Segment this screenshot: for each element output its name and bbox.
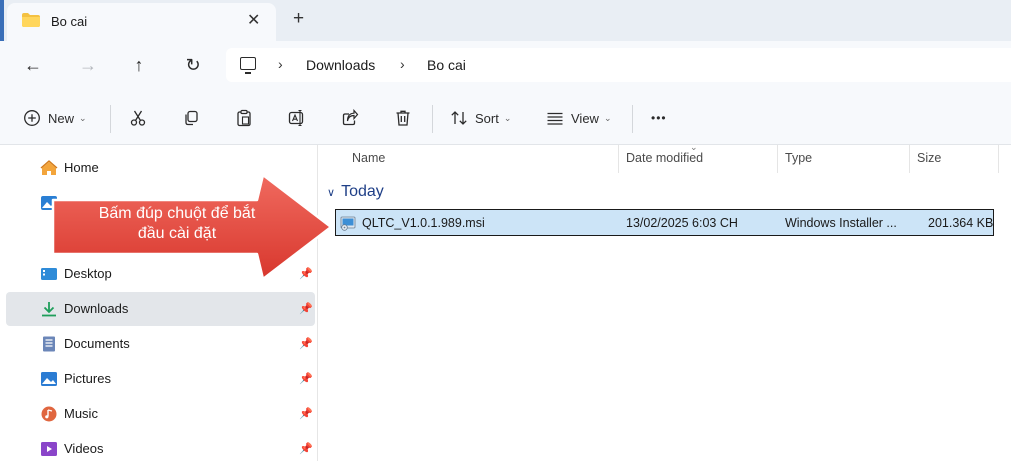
clipboard-icon — [237, 109, 251, 127]
music-icon — [41, 406, 57, 422]
scissors-icon — [130, 110, 146, 126]
group-header-today[interactable]: ∨ Today — [327, 183, 384, 201]
copy-button[interactable] — [182, 107, 200, 129]
sidebar-item-label: Pictures — [64, 371, 111, 386]
column-divider[interactable] — [909, 145, 910, 173]
more-options-button[interactable]: ••• — [651, 107, 667, 129]
column-header-date-modified[interactable]: Date modified — [626, 151, 703, 165]
share-button[interactable] — [341, 107, 359, 129]
file-type: Windows Installer ... — [785, 216, 897, 230]
download-icon — [42, 302, 56, 317]
this-pc-icon-stand — [245, 72, 251, 74]
chevron-down-icon: ⌄ — [503, 112, 512, 123]
column-divider[interactable] — [998, 145, 999, 173]
back-button[interactable]: ← — [19, 51, 47, 79]
column-divider[interactable] — [777, 145, 778, 173]
sort-icon — [451, 111, 467, 125]
tab-bar: Bo cai ✕ + — [0, 0, 1011, 41]
instruction-line-1: Bấm đúp chuột để bắt — [98, 205, 256, 222]
pin-icon[interactable]: 📌 — [299, 372, 313, 385]
view-label: View — [571, 110, 599, 126]
sort-button[interactable]: Sort ⌄ — [450, 107, 511, 129]
toolbar-divider — [432, 105, 433, 133]
tab-title: Bo cai — [51, 14, 88, 29]
column-header-type[interactable]: Type — [785, 151, 812, 165]
rename-icon — [288, 109, 304, 127]
toolbar-divider — [110, 105, 111, 133]
breadcrumb-downloads[interactable]: Downloads — [306, 57, 375, 73]
new-tab-button[interactable]: + — [293, 8, 304, 30]
pin-icon[interactable]: 📌 — [299, 442, 313, 455]
breadcrumb-bo-cai[interactable]: Bo cai — [427, 57, 466, 73]
this-pc-icon[interactable] — [240, 57, 256, 70]
group-label: Today — [341, 183, 384, 200]
address-row: ← → ↑ ↻ › Downloads › Bo cai — [0, 41, 1011, 91]
forward-button[interactable]: → — [74, 51, 102, 79]
msi-installer-icon — [340, 216, 356, 231]
delete-button[interactable] — [394, 107, 412, 129]
pin-icon[interactable]: 📌 — [299, 337, 313, 350]
address-bar[interactable]: › Downloads › Bo cai — [226, 48, 1011, 82]
pictures-icon — [41, 372, 57, 386]
share-icon — [342, 109, 359, 126]
file-name: QLTC_V1.0.1.989.msi — [362, 216, 485, 230]
toolbar-divider — [632, 105, 633, 133]
window-edge — [0, 0, 4, 41]
close-tab-icon[interactable]: ✕ — [247, 10, 260, 30]
file-row[interactable]: QLTC_V1.0.1.989.msi 13/02/2025 6:03 CH W… — [335, 209, 994, 236]
trash-icon — [396, 110, 410, 126]
new-button[interactable]: New ⌄ — [23, 107, 87, 129]
folder-icon — [22, 13, 40, 27]
view-button[interactable]: View ⌄ — [546, 107, 612, 129]
sidebar-item-label: Videos — [64, 441, 104, 456]
pin-icon[interactable]: 📌 — [299, 407, 313, 420]
sidebar-item-music[interactable]: Music 📌 — [6, 397, 315, 431]
file-size: 201.364 KB — [928, 216, 994, 230]
refresh-button[interactable]: ↻ — [179, 51, 207, 79]
more-icon: ••• — [651, 111, 667, 125]
new-label: New — [48, 110, 75, 126]
copy-icon — [185, 110, 198, 126]
column-header-size[interactable]: Size — [917, 151, 941, 165]
paste-button[interactable] — [235, 107, 253, 129]
plus-circle-icon — [24, 110, 40, 126]
sidebar-item-pictures[interactable]: Pictures 📌 — [6, 362, 315, 396]
rename-button[interactable] — [288, 107, 306, 129]
view-lines-icon — [547, 112, 563, 125]
column-header-name[interactable]: Name — [352, 151, 385, 165]
sidebar-item-videos[interactable]: Videos 📌 — [6, 432, 315, 461]
column-divider[interactable] — [618, 145, 619, 173]
instruction-arrow: Bấm đúp chuột để bắt đầu cài đặt — [45, 172, 335, 282]
tab-bo-cai[interactable]: Bo cai ✕ — [7, 3, 276, 41]
chevron-down-icon: ⌄ — [603, 112, 612, 123]
documents-icon — [43, 336, 55, 352]
instruction-text: Bấm đúp chuột để bắt đầu cài đặt — [67, 204, 287, 244]
videos-icon — [41, 442, 57, 456]
breadcrumb-separator[interactable]: › — [278, 56, 283, 72]
sidebar-item-downloads[interactable]: Downloads 📌 — [6, 292, 315, 326]
sidebar-item-label: Downloads — [64, 301, 129, 316]
instruction-line-2: đầu cài đặt — [137, 225, 217, 242]
cut-button[interactable] — [129, 107, 147, 129]
up-button[interactable]: ↑ — [125, 51, 153, 79]
sidebar-item-documents[interactable]: Documents 📌 — [6, 327, 315, 361]
sidebar-item-label: Music — [64, 406, 98, 421]
sort-label: Sort — [475, 110, 499, 126]
sidebar-item-label: Documents — [64, 336, 130, 351]
pin-icon[interactable]: 📌 — [299, 302, 313, 315]
chevron-down-icon: ⌄ — [79, 112, 87, 123]
file-date-modified: 13/02/2025 6:03 CH — [626, 216, 738, 230]
breadcrumb-separator[interactable]: › — [400, 56, 405, 72]
command-bar: New ⌄ Sort ⌄ View ⌄ ••• — [0, 91, 1011, 145]
file-list: Name ⌄ Date modified Type Size ∨ Today Q… — [319, 142, 1011, 461]
